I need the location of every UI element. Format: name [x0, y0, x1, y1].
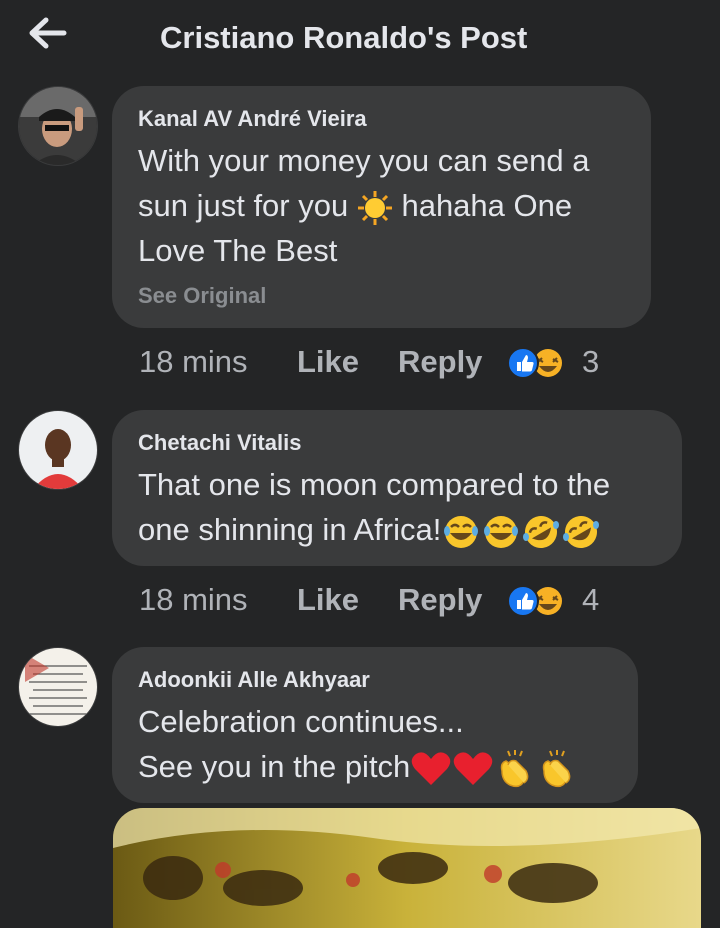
comment-photo[interactable] [113, 808, 701, 928]
comment-text: With your money you can send a sun just … [138, 143, 590, 268]
red-heart-emoji-icon [454, 752, 493, 785]
page-title: Cristiano Ronaldo's Post [160, 20, 528, 55]
reactions-like-haha-icon[interactable] [507, 584, 563, 618]
reply-button[interactable]: Reply [398, 344, 482, 380]
comment-bubble: Chetachi Vitalis That one is moon compar… [112, 410, 682, 566]
avatar[interactable] [18, 410, 98, 490]
arrow-left-icon [29, 17, 67, 49]
comment-text: Celebration continues... See you in the … [138, 699, 612, 789]
comment-text: That one is moon compared to the one shi… [138, 462, 656, 552]
sun-emoji-icon [357, 190, 392, 225]
avatar[interactable] [18, 647, 98, 727]
clapping-hands-emoji-icon [501, 749, 529, 787]
comment-author[interactable]: Kanal AV André Vieira [138, 106, 625, 132]
comment-author[interactable]: Chetachi Vitalis [138, 430, 656, 456]
reply-button[interactable]: Reply [398, 582, 482, 618]
rofl-emoji-icon [523, 515, 560, 548]
avatar[interactable] [18, 86, 98, 166]
like-button[interactable]: Like [297, 582, 359, 618]
top-bar: Cristiano Ronaldo's Post [0, 0, 720, 76]
comment-time: 18 mins [139, 582, 248, 617]
like-button[interactable]: Like [297, 344, 359, 380]
reactions-like-haha-icon[interactable] [507, 346, 563, 380]
red-heart-emoji-icon [412, 752, 451, 785]
joy-emoji-icon [444, 515, 479, 548]
see-original-link[interactable]: See Original [138, 283, 625, 309]
reaction-count: 4 [582, 582, 600, 617]
reaction-count: 3 [582, 344, 600, 379]
clapping-hands-emoji-icon [543, 749, 571, 787]
comment-actions: 18 mins Like Reply 3 [139, 344, 699, 384]
comment-author[interactable]: Adoonkii Alle Akhyaar [138, 667, 612, 693]
comment-bubble: Kanal AV André Vieira With your money yo… [112, 86, 651, 328]
comment-actions: 18 mins Like Reply 4 [139, 582, 699, 622]
joy-emoji-icon [484, 515, 519, 548]
rofl-emoji-icon [563, 515, 600, 548]
comment-time: 18 mins [139, 344, 248, 379]
back-button[interactable] [28, 16, 68, 50]
comment-bubble: Adoonkii Alle Akhyaar Celebration contin… [112, 647, 638, 803]
